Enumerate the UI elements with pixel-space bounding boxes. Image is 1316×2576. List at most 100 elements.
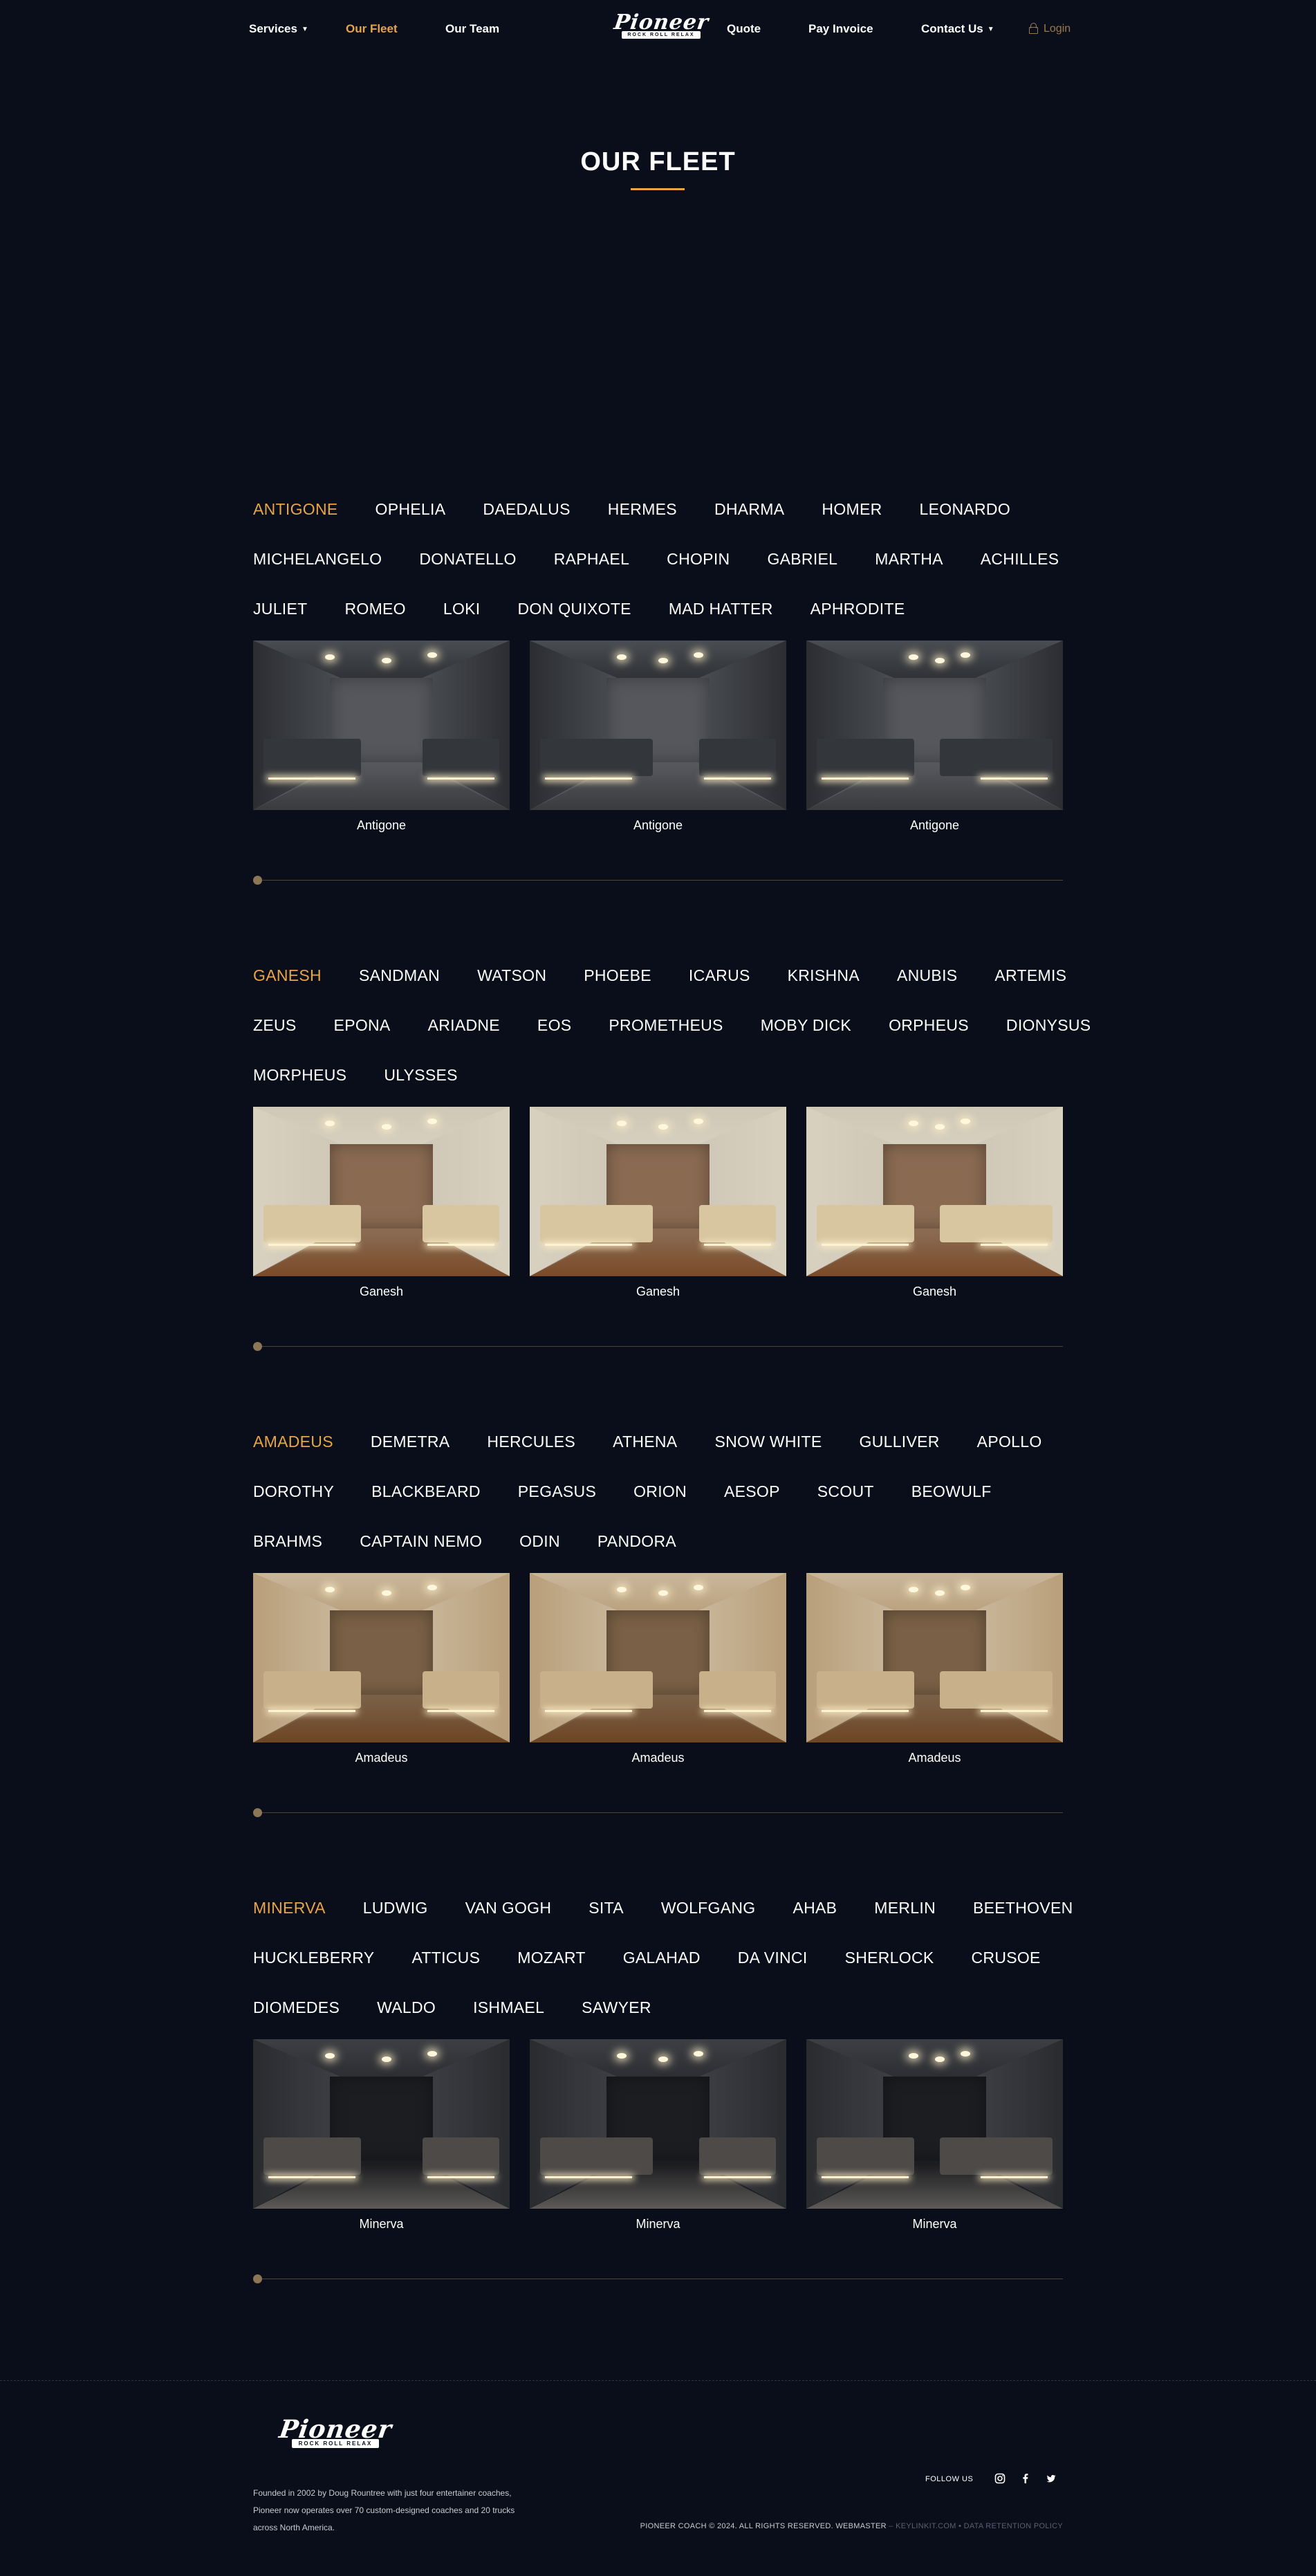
tab-blackbeard[interactable]: BLACKBEARD [371, 1482, 481, 1501]
tab-sandman[interactable]: SANDMAN [359, 966, 440, 985]
tab-artemis[interactable]: ARTEMIS [994, 966, 1066, 985]
tab-leonardo[interactable]: LEONARDO [920, 500, 1010, 519]
tab-ludwig[interactable]: LUDWIG [363, 1899, 428, 1917]
tab-krishna[interactable]: KRISHNA [788, 966, 860, 985]
tab-phoebe[interactable]: PHOEBE [584, 966, 651, 985]
tab-homer[interactable]: HOMER [822, 500, 882, 519]
tab-dionysus[interactable]: DIONYSUS [1006, 1016, 1091, 1035]
tab-antigone[interactable]: ANTIGONE [253, 500, 338, 519]
scrollbar-handle[interactable] [253, 2274, 262, 2283]
data-retention-link[interactable]: DATA RETENTION POLICY [964, 2522, 1063, 2530]
gallery-card[interactable]: Minerva [530, 2039, 786, 2232]
tab-amadeus[interactable]: AMADEUS [253, 1433, 333, 1451]
tab-odin[interactable]: ODIN [519, 1532, 560, 1551]
coach-interior-photo[interactable] [253, 641, 510, 810]
tab-ahab[interactable]: AHAB [793, 1899, 837, 1917]
tab-eos[interactable]: EOS [537, 1016, 571, 1035]
tab-loki[interactable]: LOKI [443, 600, 481, 618]
tab-michelangelo[interactable]: MICHELANGELO [253, 550, 382, 569]
tab-scout[interactable]: SCOUT [817, 1482, 874, 1501]
nav-contact-us[interactable]: Contact Us ▼ [921, 22, 994, 36]
instagram-icon[interactable] [994, 2472, 1006, 2485]
gallery-card[interactable]: Ganesh [253, 1107, 510, 1299]
tab-minerva[interactable]: MINERVA [253, 1899, 326, 1917]
tab-da-vinci[interactable]: DA VINCI [738, 1949, 808, 1967]
tab-sherlock[interactable]: SHERLOCK [845, 1949, 934, 1967]
tab-epona[interactable]: EPONA [334, 1016, 391, 1035]
tab-gulliver[interactable]: GULLIVER [860, 1433, 940, 1451]
tab-ganesh[interactable]: GANESH [253, 966, 322, 985]
coach-interior-photo[interactable] [530, 641, 786, 810]
nav-login[interactable]: Login [1029, 23, 1071, 35]
nav-our-team[interactable]: Our Team [445, 22, 499, 36]
coach-interior-photo[interactable] [253, 1107, 510, 1276]
tab-sawyer[interactable]: SAWYER [582, 1998, 651, 2017]
tab-waldo[interactable]: WALDO [377, 1998, 436, 2017]
tab-captain-nemo[interactable]: CAPTAIN NEMO [360, 1532, 482, 1551]
coach-interior-photo[interactable] [530, 1107, 786, 1276]
coach-interior-photo[interactable] [806, 1107, 1063, 1276]
tab-gabriel[interactable]: GABRIEL [767, 550, 837, 569]
coach-interior-photo[interactable] [806, 1573, 1063, 1742]
coach-interior-photo[interactable] [253, 1573, 510, 1742]
coach-interior-photo[interactable] [806, 2039, 1063, 2209]
tab-snow-white[interactable]: SNOW WHITE [714, 1433, 822, 1451]
tab-athena[interactable]: ATHENA [613, 1433, 677, 1451]
scrollbar-handle[interactable] [253, 876, 262, 885]
tab-don-quixote[interactable]: DON QUIXOTE [518, 600, 631, 618]
gallery-card[interactable]: Amadeus [530, 1573, 786, 1765]
tab-martha[interactable]: MARTHA [875, 550, 943, 569]
tab-daedalus[interactable]: DAEDALUS [483, 500, 570, 519]
tab-dharma[interactable]: DHARMA [714, 500, 784, 519]
tab-aesop[interactable]: AESOP [724, 1482, 780, 1501]
scrollbar-handle[interactable] [253, 1342, 262, 1351]
tab-van-gogh[interactable]: VAN GOGH [465, 1899, 552, 1917]
tab-watson[interactable]: WATSON [477, 966, 546, 985]
gallery-card[interactable]: Antigone [253, 641, 510, 833]
coach-interior-photo[interactable] [806, 641, 1063, 810]
tab-ariadne[interactable]: ARIADNE [428, 1016, 500, 1035]
scrollbar-handle[interactable] [253, 1808, 262, 1817]
tab-juliet[interactable]: JULIET [253, 600, 307, 618]
gallery-card[interactable]: Amadeus [253, 1573, 510, 1765]
tab-sita[interactable]: SITA [589, 1899, 624, 1917]
gallery-scrollbar[interactable] [253, 876, 1063, 885]
gallery-card[interactable]: Ganesh [806, 1107, 1063, 1299]
tab-hercules[interactable]: HERCULES [487, 1433, 575, 1451]
tab-dorothy[interactable]: DOROTHY [253, 1482, 334, 1501]
tab-chopin[interactable]: CHOPIN [667, 550, 730, 569]
footer-logo[interactable]: Pioneer ROCK ROLL RELAX [277, 2415, 394, 2448]
tab-beowulf[interactable]: BEOWULF [911, 1482, 992, 1501]
tab-raphael[interactable]: RAPHAEL [554, 550, 629, 569]
tab-demetra[interactable]: DEMETRA [371, 1433, 450, 1451]
tab-moby-dick[interactable]: MOBY DICK [761, 1016, 851, 1035]
tab-brahms[interactable]: BRAHMS [253, 1532, 322, 1551]
twitter-icon[interactable] [1045, 2472, 1057, 2485]
tab-orpheus[interactable]: ORPHEUS [889, 1016, 969, 1035]
tab-diomedes[interactable]: DIOMEDES [253, 1998, 340, 2017]
gallery-card[interactable]: Amadeus [806, 1573, 1063, 1765]
tab-prometheus[interactable]: PROMETHEUS [609, 1016, 723, 1035]
pioneer-logo[interactable]: Pioneer ROCK ROLL RELAX [612, 10, 710, 39]
tab-donatello[interactable]: DONATELLO [419, 550, 516, 569]
tab-hermes[interactable]: HERMES [608, 500, 677, 519]
tab-icarus[interactable]: ICARUS [689, 966, 750, 985]
tab-crusoe[interactable]: CRUSOE [972, 1949, 1041, 1967]
nav-services[interactable]: Services ▼ [249, 22, 308, 36]
coach-interior-photo[interactable] [253, 2039, 510, 2209]
tab-aphrodite[interactable]: APHRODITE [810, 600, 905, 618]
webmaster-link[interactable]: KEYLINKIT.COM [896, 2522, 956, 2530]
tab-orion[interactable]: ORION [633, 1482, 687, 1501]
gallery-scrollbar[interactable] [253, 1808, 1063, 1817]
gallery-card[interactable]: Minerva [253, 2039, 510, 2232]
tab-romeo[interactable]: ROMEO [344, 600, 405, 618]
tab-mozart[interactable]: MOZART [517, 1949, 585, 1967]
tab-apollo[interactable]: APOLLO [977, 1433, 1042, 1451]
facebook-icon[interactable] [1019, 2472, 1032, 2485]
nav-quote[interactable]: Quote [727, 22, 761, 36]
coach-interior-photo[interactable] [530, 1573, 786, 1742]
gallery-card[interactable]: Minerva [806, 2039, 1063, 2232]
gallery-card[interactable]: Ganesh [530, 1107, 786, 1299]
tab-ophelia[interactable]: OPHELIA [376, 500, 446, 519]
gallery-card[interactable]: Antigone [530, 641, 786, 833]
